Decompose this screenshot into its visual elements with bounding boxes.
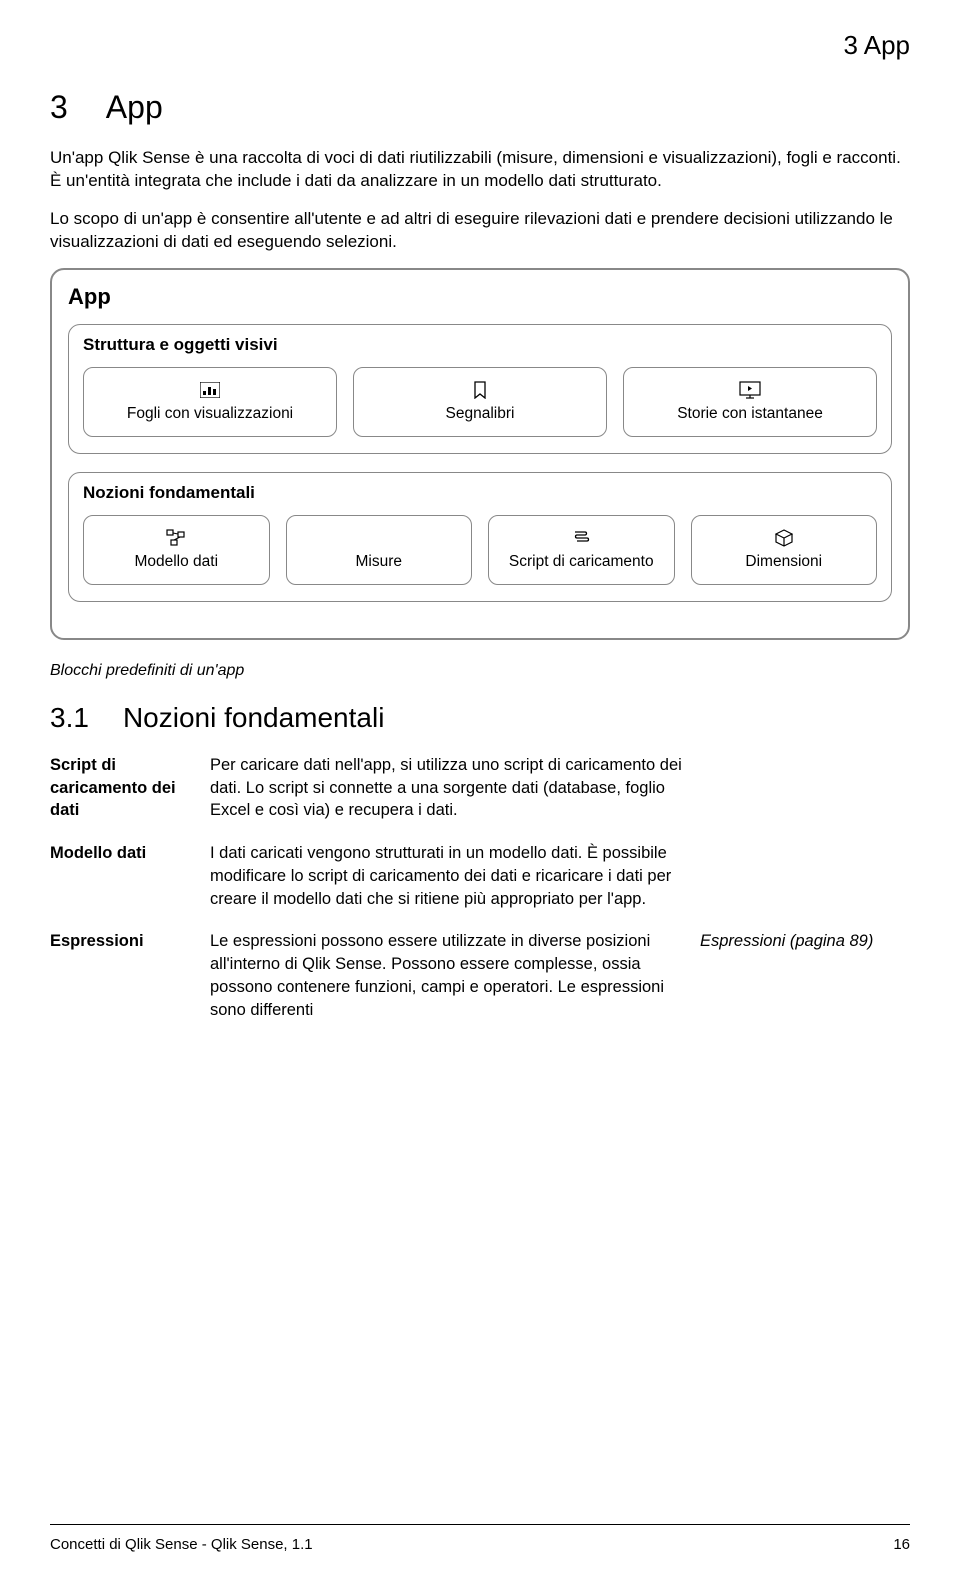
card-label: Storie con istantanee [677,405,823,423]
card-bookmarks: Segnalibri [353,367,607,437]
card-label: Modello dati [134,553,218,571]
card-label: Segnalibri [446,405,515,423]
chart-icon [200,379,220,401]
paragraph-1: Un'app Qlik Sense è una raccolta di voci… [50,146,910,193]
footer-doc-title: Concetti di Qlik Sense - Qlik Sense, 1.1 [50,1536,313,1553]
description: I dati caricati vengono strutturati in u… [210,836,700,924]
card-stories: Storie con istantanee [623,367,877,437]
cube-icon [775,527,793,549]
data-model-icon [166,527,186,549]
diagram-section-visual: Struttura e oggetti visivi Fogli con vis… [68,324,892,454]
card-sheets: Fogli con visualizzazioni [83,367,337,437]
presentation-icon [739,379,761,401]
card-label: Misure [355,553,402,571]
bookmark-icon [473,379,487,401]
table-row: Script di caricamento dei dati Per caric… [50,748,910,836]
diagram-section-fundamentals: Nozioni fondamentali Modello dati Misure… [68,472,892,602]
running-header: 3 App [50,0,910,89]
table-row: Espressioni Le espressioni possono esser… [50,924,910,1035]
card-label: Dimensioni [745,553,822,571]
card-load-script: Script di caricamento [488,515,675,585]
diagram-section-title: Nozioni fondamentali [83,483,877,503]
script-icon [572,527,590,549]
card-dimensions: Dimensioni [691,515,878,585]
chapter-title: App [106,89,163,125]
description: Per caricare dati nell'app, si utilizza … [210,748,700,836]
chapter-number: 3 [50,89,68,126]
diagram-title: App [68,284,892,310]
reference [700,748,910,836]
paragraph-2: Lo scopo di un'app è consentire all'uten… [50,207,910,254]
section-number: 3.1 [50,702,89,734]
term: Script di caricamento dei dati [50,748,210,836]
card-data-model: Modello dati [83,515,270,585]
card-measures: Misure [286,515,473,585]
term: Modello dati [50,836,210,924]
chapter-heading: 3 App [50,89,910,126]
section-title: Nozioni fondamentali [123,702,385,733]
description: Le espressioni possono essere utilizzate… [210,924,700,1035]
diagram-section-title: Struttura e oggetti visivi [83,335,877,355]
term: Espressioni [50,924,210,1035]
reference: Espressioni (pagina 89) [700,924,910,1035]
figure-caption: Blocchi predefiniti di un'app [50,662,910,680]
card-label: Script di caricamento [509,553,654,571]
footer-rule [50,1524,910,1525]
table-row: Modello dati I dati caricati vengono str… [50,836,910,924]
page-footer: Concetti di Qlik Sense - Qlik Sense, 1.1… [50,1536,910,1553]
app-diagram: App Struttura e oggetti visivi Fogli con… [50,268,910,640]
reference [700,836,910,924]
section-heading: 3.1 Nozioni fondamentali [50,702,910,734]
footer-page-number: 16 [893,1536,910,1553]
definitions-table: Script di caricamento dei dati Per caric… [50,748,910,1036]
card-label: Fogli con visualizzazioni [127,405,293,423]
